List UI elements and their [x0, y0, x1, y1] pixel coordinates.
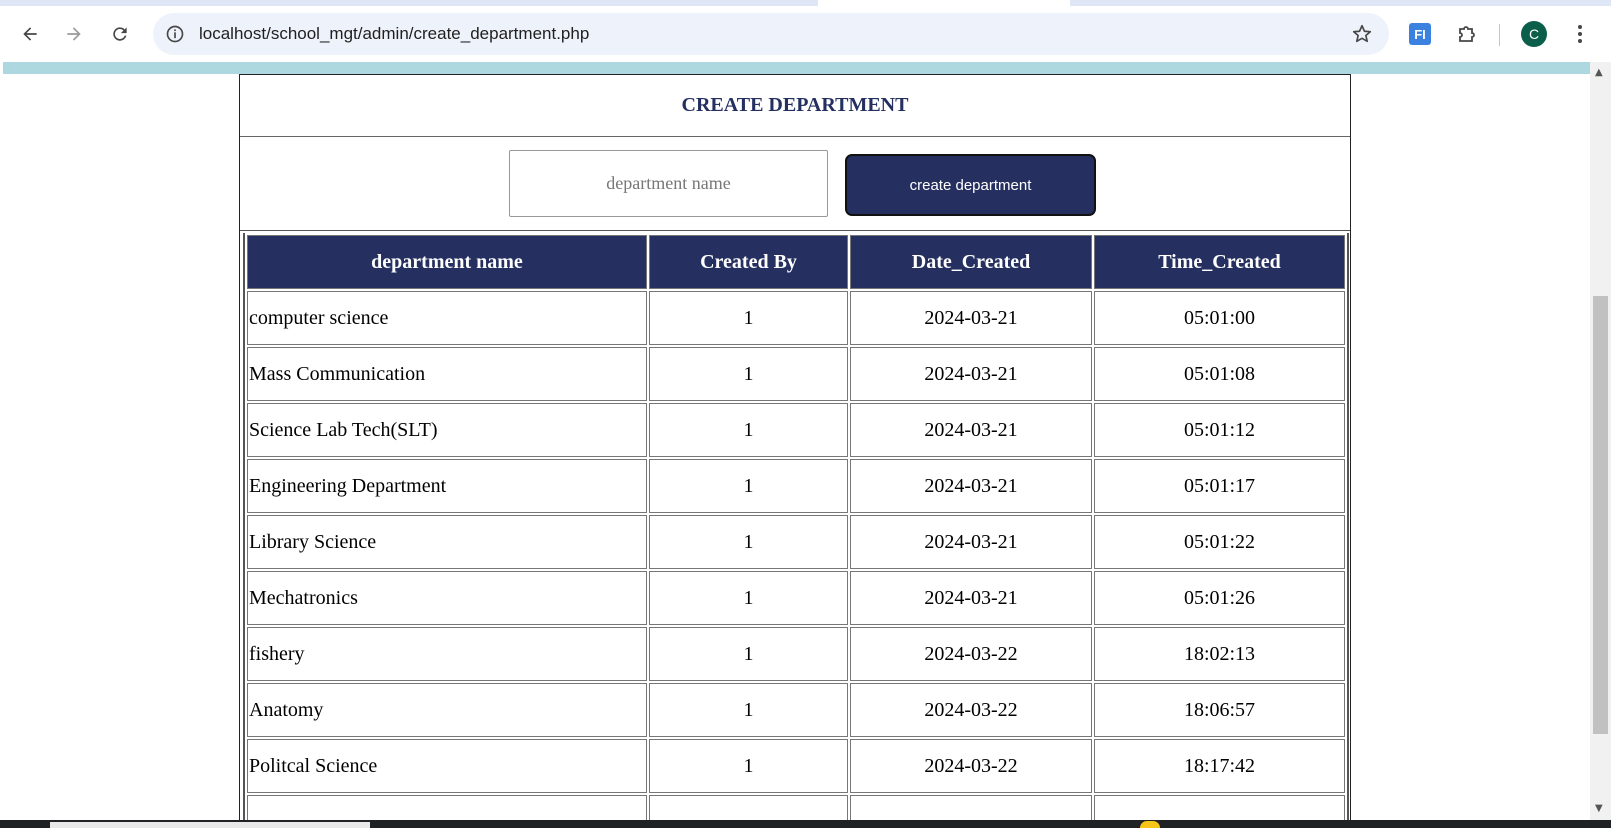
url-text[interactable]: localhost/school_mgt/admin/create_depart…: [199, 24, 589, 44]
table-row: Engineering Department 1 2024-03-21 05:0…: [247, 459, 1345, 513]
department-name-cell: Politcal Science: [247, 739, 647, 793]
created-by-cell: 1: [649, 347, 848, 401]
table-row: Library Science 1 2024-03-21 05:01:22: [247, 515, 1345, 569]
time-created-cell: 05:01:26: [1094, 571, 1345, 625]
address-bar[interactable]: localhost/school_mgt/admin/create_depart…: [153, 13, 1389, 55]
date-created-cell: 2024-03-21: [850, 291, 1092, 345]
date-created-cell: 2024-03-21: [850, 571, 1092, 625]
department-name-cell: Anatomy: [247, 683, 647, 737]
more-vert-icon[interactable]: [1568, 22, 1592, 46]
page-title: CREATE DEPARTMENT: [240, 75, 1350, 137]
scroll-down-arrow-icon[interactable]: ▼: [1595, 803, 1603, 814]
header-band: [3, 62, 1590, 74]
scrollbar-thumb[interactable]: [1593, 296, 1608, 734]
back-button[interactable]: [14, 18, 46, 50]
reload-button[interactable]: [104, 18, 136, 50]
table-row: Anatomy 1 2024-03-22 18:06:57: [247, 683, 1345, 737]
create-department-form: create department: [240, 137, 1350, 231]
date-created-cell: [850, 795, 1092, 820]
created-by-cell: [649, 795, 848, 820]
created-by-cell: 1: [649, 403, 848, 457]
date-created-cell: 2024-03-21: [850, 459, 1092, 513]
vertical-scrollbar[interactable]: ▲ ▼: [1590, 62, 1611, 820]
department-name-cell: Library Science: [247, 515, 647, 569]
date-created-cell: 2024-03-21: [850, 347, 1092, 401]
page-viewport: CREATE DEPARTMENT create department depa…: [0, 62, 1611, 820]
table-row: Science Lab Tech(SLT) 1 2024-03-21 05:01…: [247, 403, 1345, 457]
taskbar-app-icon[interactable]: [1140, 821, 1160, 828]
department-name-cell: Mass Communication: [247, 347, 647, 401]
extension-fi-icon[interactable]: FI: [1409, 23, 1431, 45]
arrow-left-icon: [23, 27, 37, 41]
created-by-cell: 1: [649, 291, 848, 345]
date-created-cell: 2024-03-22: [850, 627, 1092, 681]
column-header: Date_Created: [850, 235, 1092, 289]
taskbar-active-item[interactable]: [50, 822, 370, 828]
browser-toolbar: localhost/school_mgt/admin/create_depart…: [0, 6, 1611, 62]
toolbar-divider: [1499, 24, 1500, 46]
time-created-cell: 18:17:42: [1094, 739, 1345, 793]
create-department-button[interactable]: create department: [845, 154, 1096, 216]
created-by-cell: 1: [649, 683, 848, 737]
column-header: Time_Created: [1094, 235, 1345, 289]
create-department-panel: CREATE DEPARTMENT create department depa…: [239, 74, 1351, 820]
time-created-cell: 05:01:00: [1094, 291, 1345, 345]
table-row: fishery 1 2024-03-22 18:02:13: [247, 627, 1345, 681]
created-by-cell: 1: [649, 515, 848, 569]
created-by-cell: 1: [649, 459, 848, 513]
profile-avatar[interactable]: C: [1521, 21, 1547, 47]
date-created-cell: 2024-03-22: [850, 683, 1092, 737]
time-created-cell: 05:01:22: [1094, 515, 1345, 569]
time-created-cell: 18:02:13: [1094, 627, 1345, 681]
arrow-right-icon: [67, 27, 81, 41]
table-row: computer science 1 2024-03-21 05:01:00: [247, 291, 1345, 345]
time-created-cell: [1094, 795, 1345, 820]
date-created-cell: 2024-03-21: [850, 403, 1092, 457]
department-name-cell: Engineering Department: [247, 459, 647, 513]
department-name-cell: Science Lab Tech(SLT): [247, 403, 647, 457]
table-row: Politcal Science 1 2024-03-22 18:17:42: [247, 739, 1345, 793]
table-header-row: department name Created By Date_Created …: [247, 235, 1345, 289]
taskbar: [0, 820, 1611, 828]
date-created-cell: 2024-03-21: [850, 515, 1092, 569]
time-created-cell: 05:01:12: [1094, 403, 1345, 457]
created-by-cell: 1: [649, 739, 848, 793]
departments-table: department name Created By Date_Created …: [243, 233, 1349, 820]
reload-icon: [113, 27, 127, 41]
column-header: department name: [247, 235, 647, 289]
star-icon[interactable]: [1351, 23, 1373, 45]
created-by-cell: 1: [649, 571, 848, 625]
created-by-cell: 1: [649, 627, 848, 681]
column-header: Created By: [649, 235, 848, 289]
time-created-cell: 05:01:17: [1094, 459, 1345, 513]
forward-button[interactable]: [58, 18, 90, 50]
table-row: Mass Communication 1 2024-03-21 05:01:08: [247, 347, 1345, 401]
time-created-cell: 18:06:57: [1094, 683, 1345, 737]
scroll-up-arrow-icon[interactable]: ▲: [1595, 67, 1603, 78]
info-icon[interactable]: [165, 24, 185, 44]
date-created-cell: 2024-03-22: [850, 739, 1092, 793]
table-row: [247, 795, 1345, 820]
department-name-cell: fishery: [247, 627, 647, 681]
table-row: Mechatronics 1 2024-03-21 05:01:26: [247, 571, 1345, 625]
department-name-cell: computer science: [247, 291, 647, 345]
extensions-puzzle-icon[interactable]: [1455, 22, 1479, 46]
department-name-input[interactable]: [509, 150, 828, 217]
department-name-cell: [247, 795, 647, 820]
department-name-cell: Mechatronics: [247, 571, 647, 625]
time-created-cell: 05:01:08: [1094, 347, 1345, 401]
